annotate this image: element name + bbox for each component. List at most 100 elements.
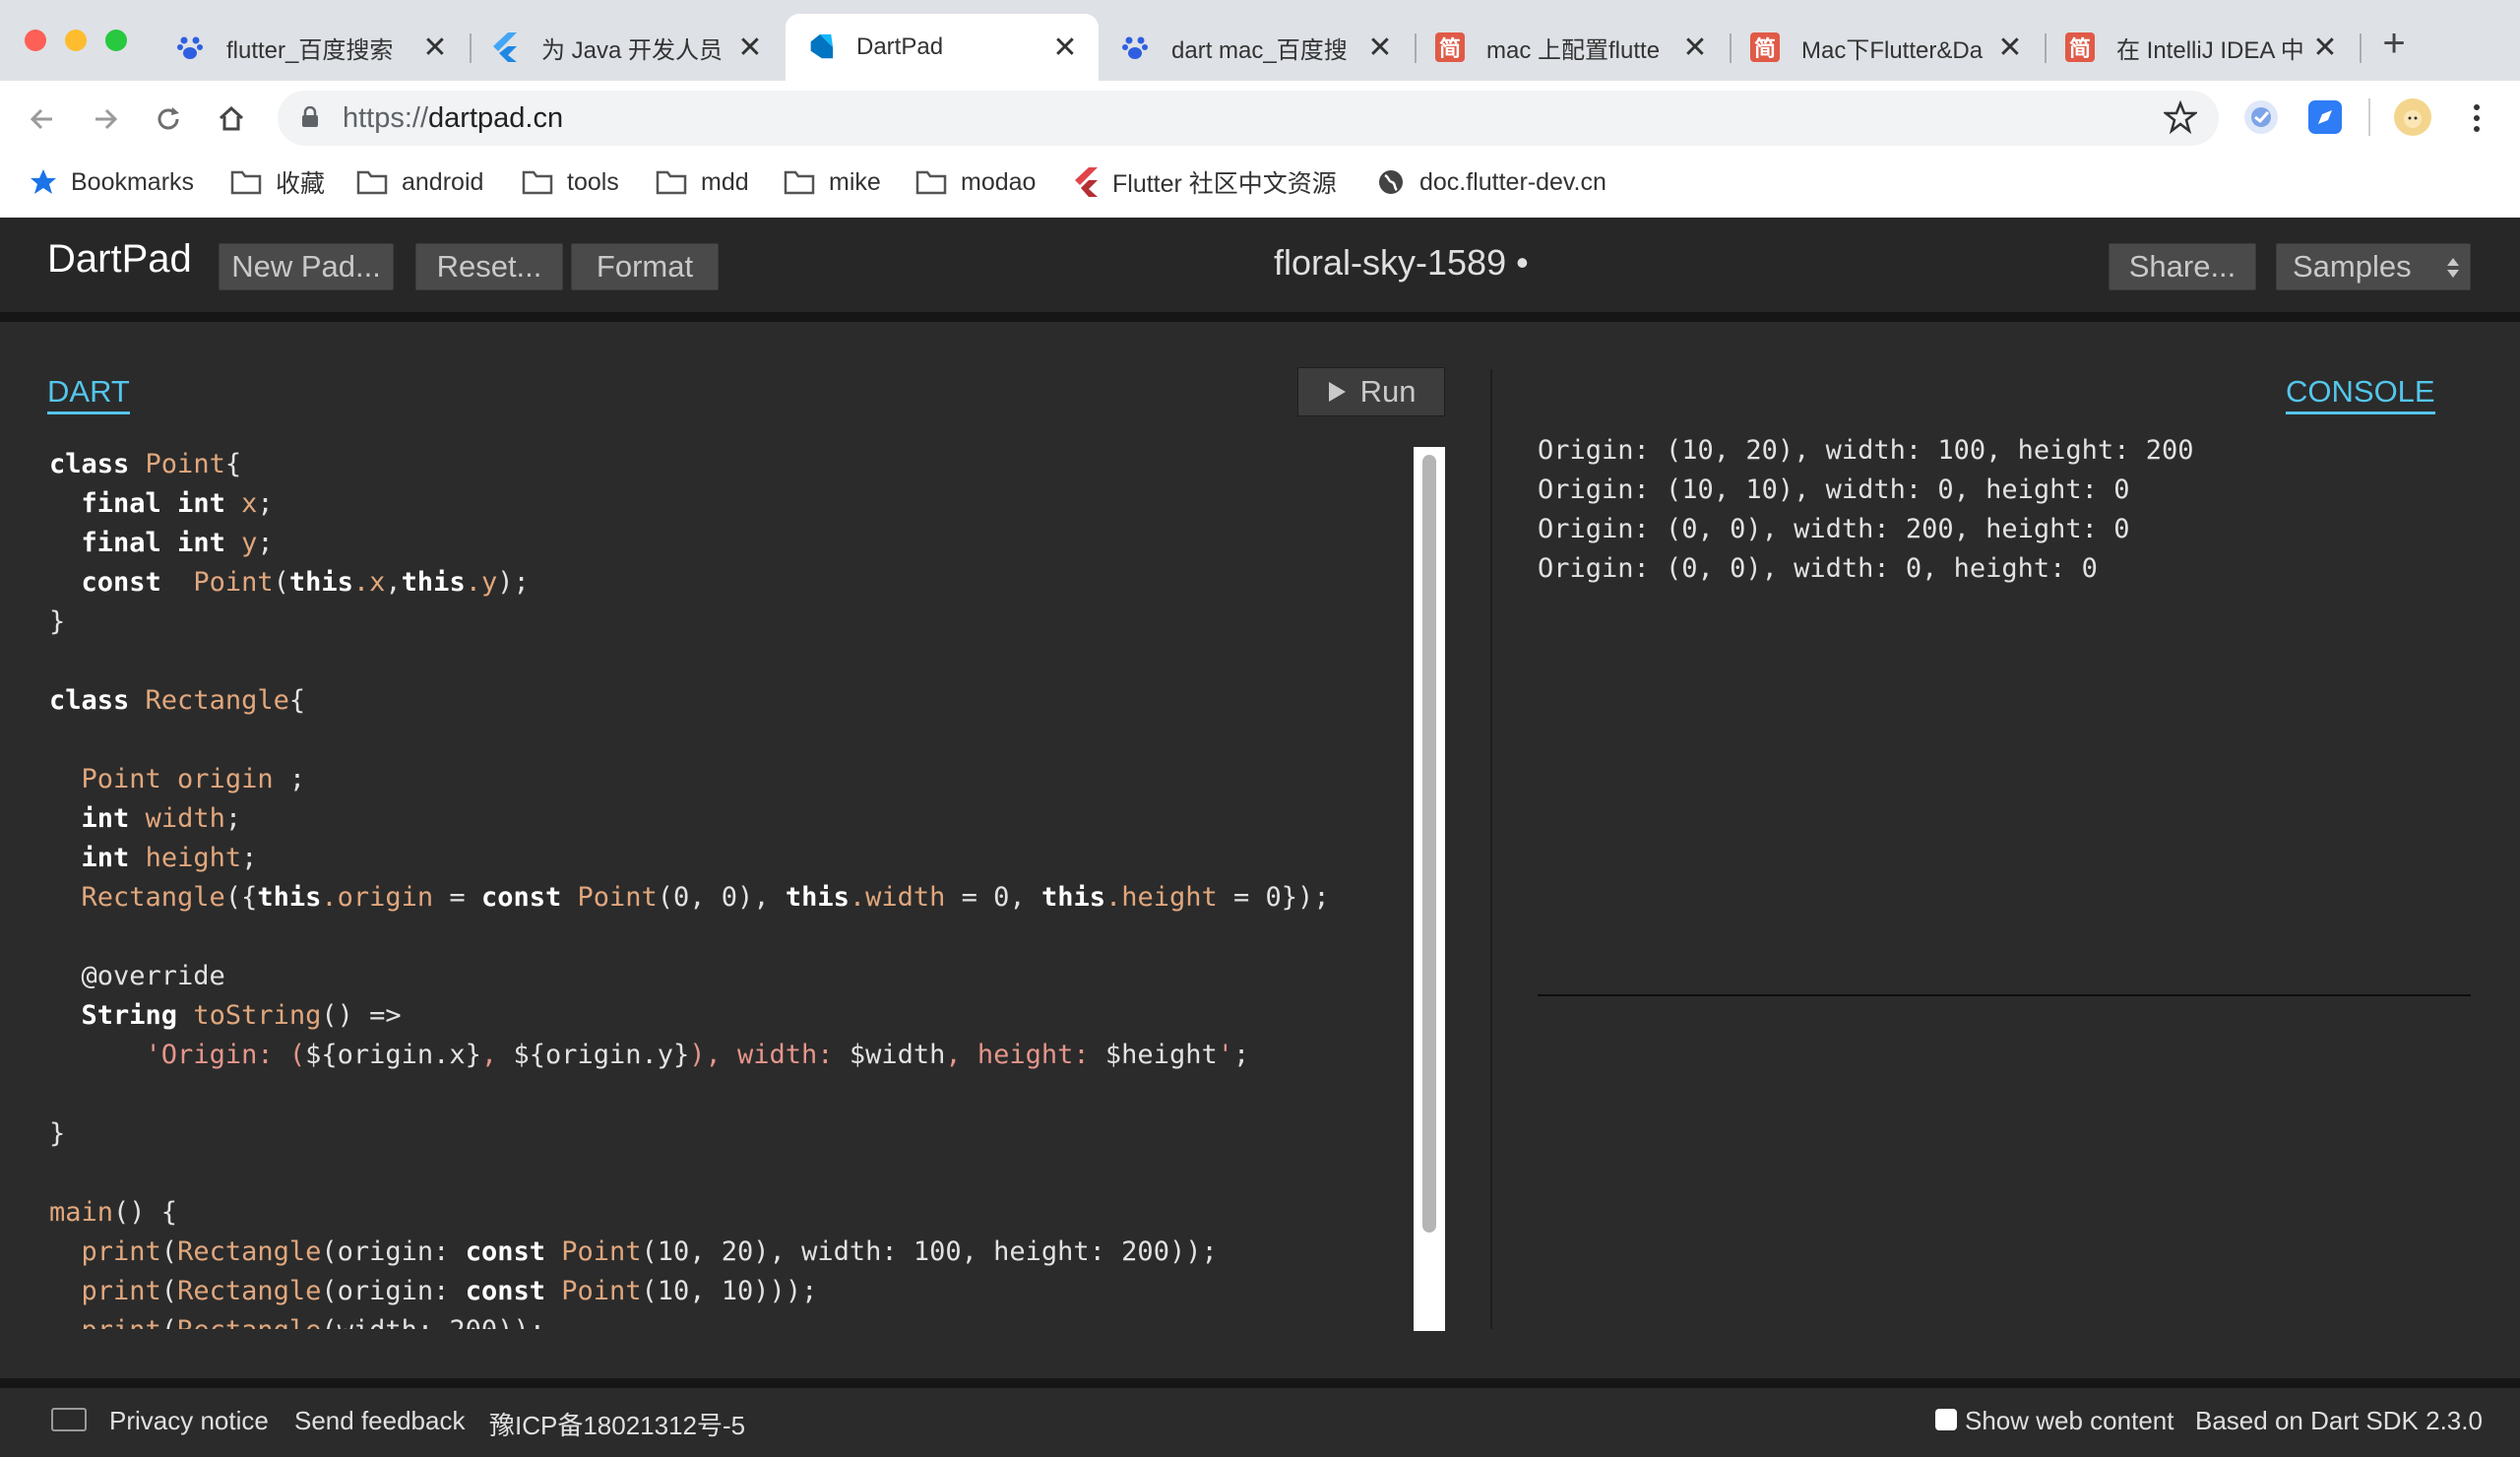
- code-token: class: [49, 449, 130, 479]
- browser-tab[interactable]: flutter_百度搜索 ✕: [156, 14, 469, 81]
- code-token: }: [49, 1118, 66, 1149]
- bookmark-folder[interactable]: mdd: [656, 161, 749, 203]
- close-tab-icon[interactable]: ✕: [736, 31, 764, 65]
- tab-separator: [2360, 33, 2362, 63]
- console-tab[interactable]: CONSOLE: [2286, 374, 2435, 414]
- code-token: (: [161, 1315, 177, 1329]
- browser-tab-active[interactable]: DartPad ✕: [786, 14, 1099, 81]
- bookmark-folder[interactable]: mike: [784, 161, 881, 203]
- pad-name: floral-sky-1589 •: [1274, 242, 1529, 283]
- code-token: print: [81, 1236, 161, 1267]
- code-line: final int y;: [49, 524, 1404, 563]
- code-token: (0, 0),: [657, 882, 786, 913]
- minimize-window-button[interactable]: [65, 30, 87, 51]
- code-token: y: [241, 528, 258, 558]
- bookmark-item[interactable]: Bookmarks: [30, 161, 194, 203]
- address-bar[interactable]: [278, 91, 2219, 146]
- code-token: const: [81, 567, 161, 598]
- code-token: $height: [1104, 1040, 1218, 1070]
- home-button[interactable]: [207, 95, 256, 144]
- bookmark-folder[interactable]: android: [356, 161, 483, 203]
- code-token: .origin: [321, 882, 434, 913]
- close-tab-icon[interactable]: ✕: [421, 31, 449, 65]
- code-token: $width: [849, 1040, 946, 1070]
- code-token: {: [288, 685, 306, 716]
- icp-license-link[interactable]: 豫ICP备18021312号-5: [489, 1406, 745, 1442]
- close-tab-icon[interactable]: ✕: [2311, 31, 2339, 65]
- run-button[interactable]: Run: [1297, 367, 1445, 416]
- code-token: (10, 20), width: 100, height: 200));: [641, 1236, 1218, 1267]
- code-line: Rectangle({this.origin = const Point(0, …: [49, 878, 1404, 918]
- bookmark-label: mike: [829, 167, 881, 196]
- new-tab-button[interactable]: +: [2372, 22, 2416, 65]
- flutter-logo-icon: [490, 32, 520, 62]
- url-host: dartpad.cn: [428, 102, 564, 134]
- format-button[interactable]: Format: [571, 243, 719, 290]
- pane-divider[interactable]: [1490, 369, 1492, 1329]
- close-window-button[interactable]: [25, 30, 46, 51]
- code-token: const: [465, 1276, 545, 1306]
- bookmark-item[interactable]: Flutter 社区中文资源: [1073, 161, 1337, 203]
- bookmark-item[interactable]: doc.flutter-dev.cn: [1376, 161, 1606, 203]
- privacy-notice-link[interactable]: Privacy notice: [109, 1406, 269, 1436]
- tab-label: 为 Java 开发人员: [541, 36, 724, 64]
- new-pad-button[interactable]: New Pad...: [219, 243, 394, 290]
- bookmark-label: doc.flutter-dev.cn: [1419, 167, 1606, 196]
- bookmark-star-icon[interactable]: [2162, 99, 2199, 139]
- code-token: Point: [145, 449, 225, 479]
- url-text[interactable]: https://dartpad.cn: [343, 102, 563, 135]
- reset-button[interactable]: Reset...: [415, 243, 563, 290]
- baidu-paw-icon: [175, 32, 205, 62]
- reload-button[interactable]: [144, 95, 193, 144]
- keyboard-icon[interactable]: [51, 1408, 87, 1431]
- bookmark-label: Flutter 社区中文资源: [1112, 170, 1337, 198]
- bookmark-folder[interactable]: modao: [915, 161, 1036, 203]
- more-menu-icon[interactable]: [2471, 102, 2483, 139]
- code-token: .y: [465, 567, 498, 598]
- share-button[interactable]: Share...: [2109, 243, 2256, 290]
- browser-tab[interactable]: dart mac_百度搜 ✕: [1101, 14, 1414, 81]
- extension-icon[interactable]: [2244, 100, 2278, 134]
- browser-tab[interactable]: 为 Java 开发人员 ✕: [471, 14, 784, 81]
- bookmark-folder[interactable]: 收藏: [230, 161, 325, 203]
- show-web-content-label[interactable]: Show web content: [1965, 1406, 2174, 1436]
- avatar[interactable]: [2394, 98, 2431, 136]
- browser-tab[interactable]: 简 mac 上配置flutte ✕: [1416, 14, 1729, 81]
- bookmark-label: modao: [961, 167, 1037, 196]
- code-token: this: [785, 882, 850, 913]
- code-line: 'Origin: (${origin.x}, ${origin.y}), wid…: [49, 1036, 1404, 1075]
- star-icon: [30, 168, 57, 196]
- code-token: Rectangle: [177, 1315, 321, 1329]
- code-line: main() {: [49, 1193, 1404, 1233]
- bookmark-label: Bookmarks: [71, 167, 195, 196]
- editor-scrollbar-thumb[interactable]: [1422, 455, 1436, 1233]
- browser-tab[interactable]: 简 在 IntelliJ IDEA 中 ✕: [2046, 14, 2359, 81]
- show-web-content-checkbox[interactable]: [1935, 1409, 1957, 1430]
- close-tab-icon[interactable]: ✕: [1051, 31, 1079, 65]
- console-divider[interactable]: [1538, 994, 2471, 996]
- app-title: DartPad: [47, 237, 192, 281]
- code-token: );: [497, 567, 530, 598]
- code-editor[interactable]: class Point{ final int x; final int y; c…: [0, 445, 1404, 1329]
- dart-editor-tab[interactable]: DART: [47, 374, 130, 414]
- close-tab-icon[interactable]: ✕: [1996, 31, 2024, 65]
- code-token: (width: 200));: [321, 1315, 545, 1329]
- browser-tab[interactable]: 简 Mac下Flutter&Da ✕: [1731, 14, 2044, 81]
- back-button[interactable]: [18, 95, 67, 144]
- extension-icon[interactable]: [2308, 100, 2342, 134]
- maximize-window-button[interactable]: [105, 30, 127, 51]
- close-tab-icon[interactable]: ✕: [1681, 31, 1709, 65]
- forward-button[interactable]: [81, 95, 130, 144]
- code-token: ({: [224, 882, 258, 913]
- code-token: Point: [577, 882, 658, 913]
- bookmark-folder[interactable]: tools: [522, 161, 619, 203]
- samples-dropdown[interactable]: Samples: [2276, 243, 2471, 290]
- close-tab-icon[interactable]: ✕: [1366, 31, 1394, 65]
- send-feedback-link[interactable]: Send feedback: [294, 1406, 465, 1436]
